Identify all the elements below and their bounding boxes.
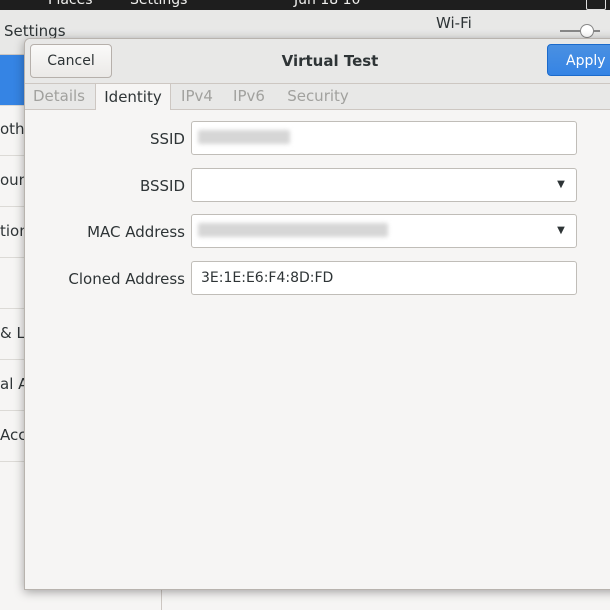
ssid-input[interactable] — [191, 121, 577, 155]
status-menu-icon[interactable] — [586, 0, 606, 10]
tab-security[interactable]: Security — [277, 84, 359, 109]
dropdown-arrow-icon[interactable]: ▼ — [546, 215, 576, 247]
system-top-bar: Places Settings Jun 18 10 — [0, 0, 610, 10]
dialog-header: Virtual Test Cancel Apply — [25, 39, 610, 84]
wifi-panel-title: Wi-Fi — [436, 14, 472, 32]
apply-button[interactable]: Apply — [547, 44, 610, 76]
bssid-label: BSSID — [139, 177, 185, 195]
activities-label[interactable]: Places — [48, 0, 93, 8]
toggle-switch-icon[interactable] — [560, 24, 600, 38]
tab-bar: Details Identity IPv4 IPv6 Security — [25, 83, 610, 110]
cancel-button[interactable]: Cancel — [30, 44, 112, 78]
dropdown-arrow-icon[interactable]: ▼ — [546, 169, 576, 201]
clock-label[interactable]: Jun 18 10 — [294, 0, 360, 8]
cloned-address-value: 3E:1E:E6:F4:8D:FD — [201, 270, 334, 286]
tab-identity[interactable]: Identity — [95, 83, 171, 110]
bssid-combo[interactable]: ▼ — [191, 168, 577, 202]
connection-dialog: Virtual Test Cancel Apply Details Identi… — [24, 38, 610, 590]
redacted-ssid — [198, 130, 290, 144]
tab-ipv6[interactable]: IPv6 — [225, 84, 273, 109]
ssid-label: SSID — [149, 130, 185, 148]
dialog-title: Virtual Test — [281, 52, 379, 70]
tab-details[interactable]: Details — [25, 84, 93, 109]
mac-address-combo[interactable]: ▼ — [191, 214, 577, 248]
tab-ipv4[interactable]: IPv4 — [173, 84, 221, 109]
cloned-address-label: Cloned Address — [68, 270, 185, 288]
mac-address-label: MAC Address — [87, 223, 185, 241]
cloned-address-combo[interactable]: 3E:1E:E6:F4:8D:FD — [191, 261, 577, 295]
app-menu-label[interactable]: Settings — [130, 0, 187, 8]
redacted-mac-address — [198, 223, 388, 237]
